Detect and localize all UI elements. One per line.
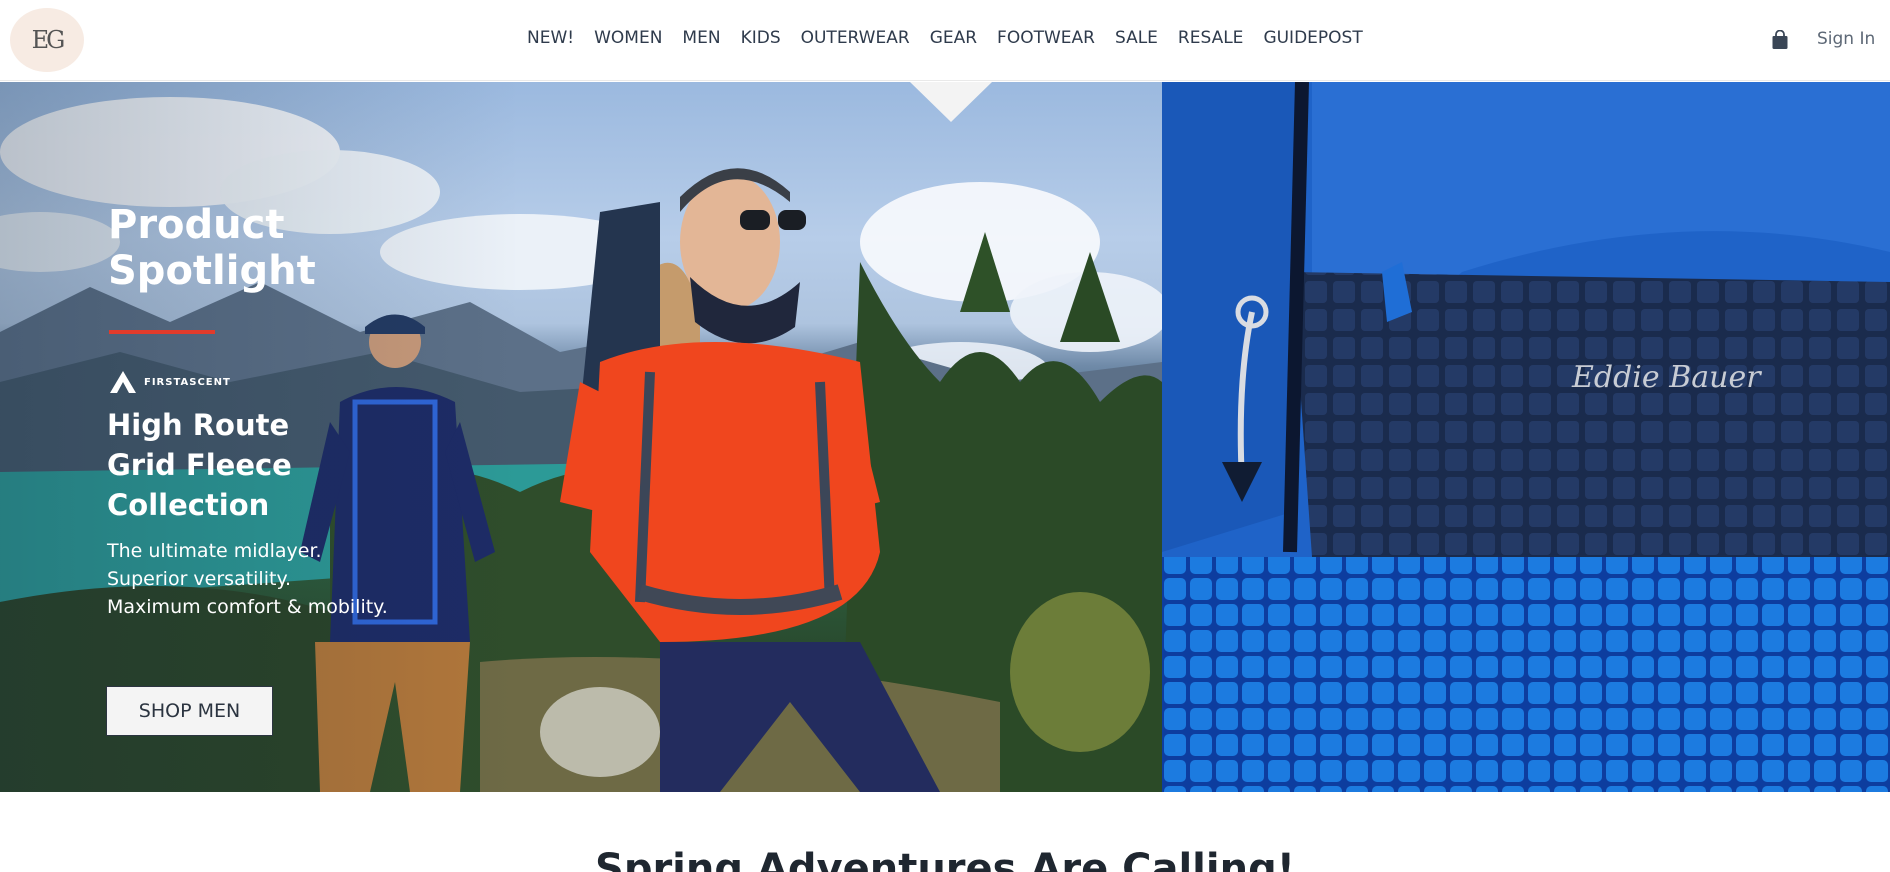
brand-logo-text: EG <box>31 26 66 54</box>
nav-item-footwear[interactable]: FOOTWEAR <box>997 28 1095 48</box>
tagline-line-1: The ultimate midlayer. <box>107 540 322 562</box>
hero-photo-fleece-detail: Eddie Bauer <box>1162 82 1890 792</box>
hero-eyebrow: Product Spotlight <box>108 202 316 294</box>
tagline-line-2: Superior versatility. <box>107 568 292 590</box>
hero-tagline: The ultimate midlayer. Superior versatil… <box>107 537 427 621</box>
nav-item-men[interactable]: MEN <box>682 28 720 48</box>
nav-item-new[interactable]: NEW! <box>527 28 574 48</box>
nav-item-resale[interactable]: RESALE <box>1178 28 1244 48</box>
jacket-logo-text: Eddie Bauer <box>1571 360 1762 395</box>
shop-men-button[interactable]: SHOP MEN <box>106 686 273 736</box>
main-nav: NEW! WOMEN MEN KIDS OUTERWEAR GEAR FOOTW… <box>527 28 1383 48</box>
nav-item-kids[interactable]: KIDS <box>741 28 781 48</box>
tagline-line-3: Maximum comfort & mobility. <box>107 596 388 618</box>
nav-item-sale[interactable]: SALE <box>1115 28 1158 48</box>
first-ascent-logo-icon <box>110 371 136 393</box>
sign-in-link[interactable]: Sign In <box>1817 29 1875 49</box>
brand-name: FIRSTASCENT <box>144 376 231 388</box>
brand-logo[interactable]: EG <box>10 8 84 72</box>
nav-item-outerwear[interactable]: OUTERWEAR <box>801 28 910 48</box>
hero-notch <box>910 82 992 122</box>
nav-item-gear[interactable]: GEAR <box>930 28 977 48</box>
accent-rule <box>109 330 215 334</box>
hero-banner: Eddie Bauer Product Spotlight FIRSTASCEN… <box>0 82 1890 792</box>
nav-item-guidepost[interactable]: GUIDEPOST <box>1263 28 1362 48</box>
fleece-detail-illustration: Eddie Bauer <box>1162 82 1890 792</box>
hero-headline: High Route Grid Fleece Collection <box>107 408 292 522</box>
section-title: Spring Adventures Are Calling! <box>595 846 1295 872</box>
site-header: EG NEW! WOMEN MEN KIDS OUTERWEAR GEAR FO… <box>0 0 1890 81</box>
brand-mark: FIRSTASCENT <box>108 370 231 394</box>
shopping-bag-icon[interactable] <box>1770 30 1790 50</box>
nav-item-women[interactable]: WOMEN <box>594 28 662 48</box>
